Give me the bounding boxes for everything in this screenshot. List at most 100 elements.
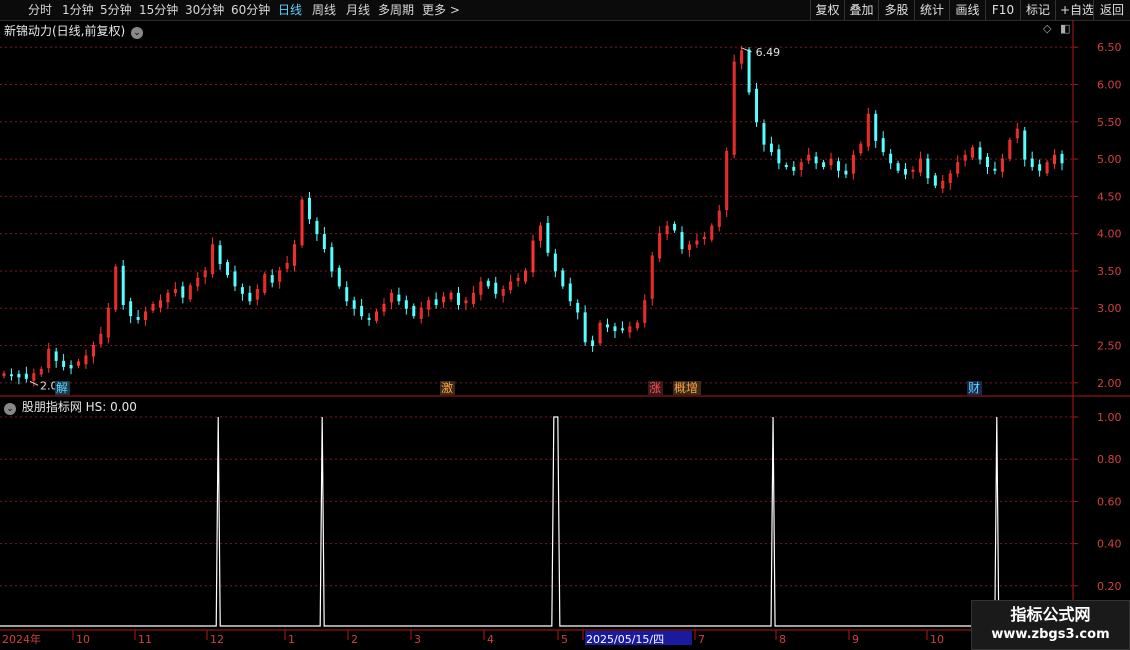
candle-body (9, 374, 13, 377)
chevron-down-icon[interactable]: ⌄ (4, 403, 16, 415)
candle-body (54, 351, 58, 361)
candle-body (434, 299, 438, 305)
x-axis-label-8: 5 (561, 633, 568, 646)
x-axis-label-1: 10 (76, 633, 90, 646)
x-axis-label-10: 7 (698, 633, 705, 646)
diamond-icon[interactable]: ◇ (1043, 22, 1051, 35)
y-tick-label: 6.00 (1097, 78, 1122, 91)
candle-body (181, 286, 185, 298)
x-axis-label-3: 12 (210, 633, 224, 646)
candle-body (360, 305, 364, 317)
candle-body (591, 340, 595, 347)
candle-body (985, 156, 989, 168)
candle-body (1060, 153, 1064, 164)
x-axis-label-12: 9 (852, 633, 859, 646)
candle-body (889, 153, 893, 164)
y-tick-label: 2.00 (1097, 377, 1122, 390)
y-tick-label: 6.50 (1097, 41, 1122, 54)
x-axis-label-0: 2024年 (2, 632, 41, 646)
y-tick-label: 3.00 (1097, 302, 1122, 315)
candle-body (367, 317, 371, 320)
candle-body (993, 168, 997, 171)
candle-body (755, 88, 759, 123)
candle-body (896, 163, 900, 171)
candle-body (226, 262, 230, 276)
candle-body (553, 253, 557, 272)
candle-body (606, 324, 610, 328)
candle-body (978, 147, 982, 160)
x-axis-label-6: 3 (414, 633, 421, 646)
candle-body (136, 316, 140, 320)
candle-body (568, 283, 572, 302)
candle-body (322, 234, 326, 250)
indicator-panel-title-text: 股朋指标网 HS: 0.00 (21, 400, 137, 414)
indicator-tick-label: 0.60 (1097, 495, 1122, 508)
candle-body (315, 220, 319, 235)
main-panel-title: 新锦动力(日线,前复权) ⌄ (4, 22, 144, 39)
candle-body (881, 138, 885, 153)
candle-body (822, 162, 826, 168)
candle-body (904, 168, 908, 175)
candle-body (345, 287, 349, 302)
event-tag-3: 概增 (674, 381, 698, 395)
indicator-tick-label: 1.00 (1097, 411, 1122, 424)
signal-line (0, 416, 1073, 627)
candle-body (69, 365, 73, 369)
candle-body (747, 49, 751, 93)
indicator-tick-label: 0.80 (1097, 453, 1122, 466)
candle-body (337, 267, 341, 287)
panel-toggle-icon[interactable]: ◧ (1060, 22, 1070, 35)
x-axis-label-5: 2 (351, 633, 358, 646)
candle-body (486, 280, 490, 287)
y-tick-label: 4.50 (1097, 190, 1122, 203)
x-axis-label-7: 4 (487, 633, 494, 646)
y-tick-label: 2.50 (1097, 340, 1122, 353)
candle-body (494, 282, 498, 294)
candle-body (583, 312, 587, 343)
event-tag-1: 激 (441, 381, 453, 395)
candle-body (330, 247, 334, 272)
candle-body (933, 175, 937, 186)
candle-body (680, 232, 684, 250)
candle-body (218, 245, 222, 264)
indicator-tick-label: 0.20 (1097, 580, 1122, 593)
candle-body (121, 265, 125, 305)
candle-body (233, 271, 237, 287)
chevron-down-icon[interactable]: ⌄ (131, 27, 144, 39)
event-tag-0: 解 (56, 381, 68, 395)
candle-body (62, 360, 66, 367)
candle-body (792, 166, 796, 171)
x-axis-label-4: 1 (288, 633, 295, 646)
candle-body (270, 275, 274, 283)
candle-body (248, 292, 252, 302)
watermark-logo: 指标公式网 www.zbgs3.com (971, 600, 1130, 650)
candle-body (546, 223, 550, 253)
candle-body (307, 197, 311, 220)
candle-body (777, 149, 781, 164)
event-tag-4: 财 (968, 381, 980, 395)
candle-body (836, 161, 840, 171)
candle-body (561, 270, 565, 287)
candle-body (456, 292, 460, 305)
x-axis-label-13: 10 (930, 633, 944, 646)
candle-body (762, 123, 766, 145)
candle-body (874, 113, 878, 141)
candle-body (1023, 130, 1027, 160)
indicator-panel-title: ⌄ 股朋指标网 HS: 0.00 (4, 398, 137, 415)
candle-body (129, 301, 133, 317)
y-tick-label: 5.50 (1097, 116, 1122, 129)
x-axis-label-9: 2025/05/15/四 (586, 633, 664, 646)
candle-body (24, 373, 28, 379)
y-tick-label: 3.50 (1097, 265, 1122, 278)
candle-body (1038, 164, 1042, 171)
candle-body (814, 156, 818, 164)
candle-body (784, 164, 788, 168)
event-tag-2: 涨 (649, 380, 661, 395)
y-tick-label: 5.00 (1097, 153, 1122, 166)
candle-body (1030, 158, 1034, 168)
candle-body (404, 300, 408, 309)
stock-chart: 6.50 6.00 5.50 5.00 4.50 4.00 3.50 3.00 2.50 2.00… (0, 20, 1130, 650)
candle-body (240, 287, 244, 294)
main-panel-title-text: 新锦动力(日线,前复权) (4, 24, 126, 38)
candle-body (673, 223, 677, 231)
